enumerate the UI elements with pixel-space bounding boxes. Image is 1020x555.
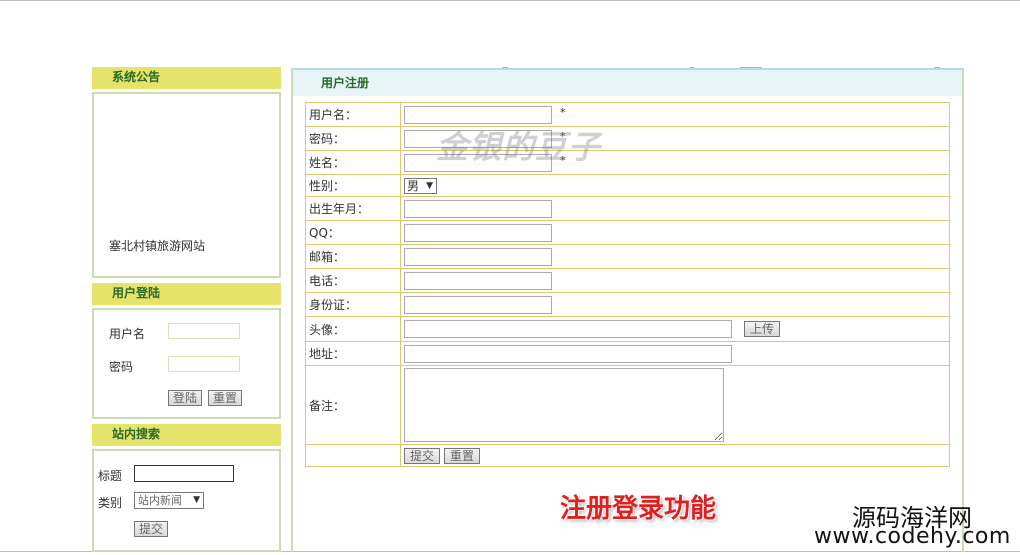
login-panel-title: 用户登陆 [92, 283, 281, 305]
form-row-birth: 出生年月： [305, 196, 950, 221]
name-label: 姓名： [305, 150, 401, 175]
qq-input[interactable] [404, 223, 552, 242]
username-label: 用户名： [305, 102, 401, 127]
qq-label: QQ： [305, 220, 401, 245]
required-mark: * [560, 153, 566, 167]
top-divider [0, 0, 1020, 1]
form-row-actions: 提交 重置 [305, 444, 950, 467]
required-mark: * [560, 129, 566, 143]
password-label: 密码： [305, 126, 401, 151]
login-panel: 用户名 密码 登陆 重置 [92, 308, 281, 419]
username-input[interactable] [404, 105, 552, 124]
form-row-id-card: 身份证： [305, 292, 950, 317]
empty-cell [305, 444, 401, 467]
form-row-phone: 电话： [305, 268, 950, 293]
form-row-username: 用户名： * [305, 102, 950, 127]
notice-panel-title: 系统公告 [92, 67, 281, 89]
birth-input[interactable] [404, 199, 552, 218]
search-category-value: 站内新闻 [138, 494, 182, 507]
phone-input[interactable] [404, 271, 552, 290]
search-title-input[interactable] [134, 465, 234, 482]
form-row-address: 地址： [305, 341, 950, 366]
login-password-input[interactable] [168, 356, 240, 372]
birth-label: 出生年月： [305, 196, 401, 221]
search-panel: 标题 类别 站内新闻 ▼ 提交 [92, 449, 281, 552]
feature-caption: 注册登录功能 [560, 494, 717, 524]
gender-select[interactable]: 男 ▼ [404, 177, 437, 194]
form-row-avatar: 头像： 上传 [305, 316, 950, 342]
register-title: 用户注册 [293, 70, 962, 96]
notice-panel: 塞北村镇旅游网站 [92, 92, 281, 278]
login-username-label: 用户名 [109, 327, 146, 341]
login-button[interactable]: 登陆 [168, 390, 203, 406]
brand-url: www.codehy.com [814, 524, 1011, 549]
form-row-name: 姓名： * [305, 150, 950, 175]
notice-text: 塞北村镇旅游网站 [109, 239, 206, 253]
form-row-password: 密码： * [305, 126, 950, 151]
address-input[interactable] [404, 344, 732, 363]
avatar-label: 头像： [305, 316, 401, 342]
email-label: 邮箱： [305, 244, 401, 269]
search-panel-title: 站内搜索 [92, 424, 281, 446]
address-label: 地址： [305, 341, 401, 366]
register-form: 用户名： * 密码： * 姓名： * 性别： 男 ▼ 出生年月： QQ： 邮箱： … [305, 102, 950, 467]
form-row-gender: 性别： 男 ▼ [305, 174, 950, 197]
search-category-select[interactable]: 站内新闻 ▼ [134, 492, 204, 509]
required-mark: * [560, 105, 566, 119]
name-input[interactable] [404, 153, 552, 172]
gender-label: 性别： [305, 174, 401, 197]
chevron-down-icon: ▼ [193, 495, 200, 505]
register-reset-button[interactable]: 重置 [444, 447, 481, 464]
remark-textarea[interactable] [404, 368, 724, 442]
form-row-remark: 备注： [305, 365, 950, 445]
search-submit-button[interactable]: 提交 [134, 521, 169, 537]
chevron-down-icon: ▼ [426, 180, 433, 191]
login-username-input[interactable] [168, 323, 240, 339]
remark-label: 备注： [305, 365, 401, 445]
gender-value: 男 [407, 178, 420, 193]
phone-label: 电话： [305, 268, 401, 293]
search-title-label: 标题 [98, 469, 123, 483]
search-category-label: 类别 [98, 496, 123, 510]
login-reset-button[interactable]: 重置 [208, 390, 243, 406]
upload-button[interactable]: 上传 [744, 321, 781, 337]
id-card-label: 身份证： [305, 292, 401, 317]
avatar-path-input[interactable] [404, 320, 732, 338]
form-row-email: 邮箱： [305, 244, 950, 269]
id-card-input[interactable] [404, 295, 552, 314]
login-password-label: 密码 [109, 360, 134, 374]
email-input[interactable] [404, 247, 552, 266]
register-submit-button[interactable]: 提交 [404, 447, 441, 464]
password-input[interactable] [404, 129, 552, 148]
form-row-qq: QQ： [305, 220, 950, 245]
